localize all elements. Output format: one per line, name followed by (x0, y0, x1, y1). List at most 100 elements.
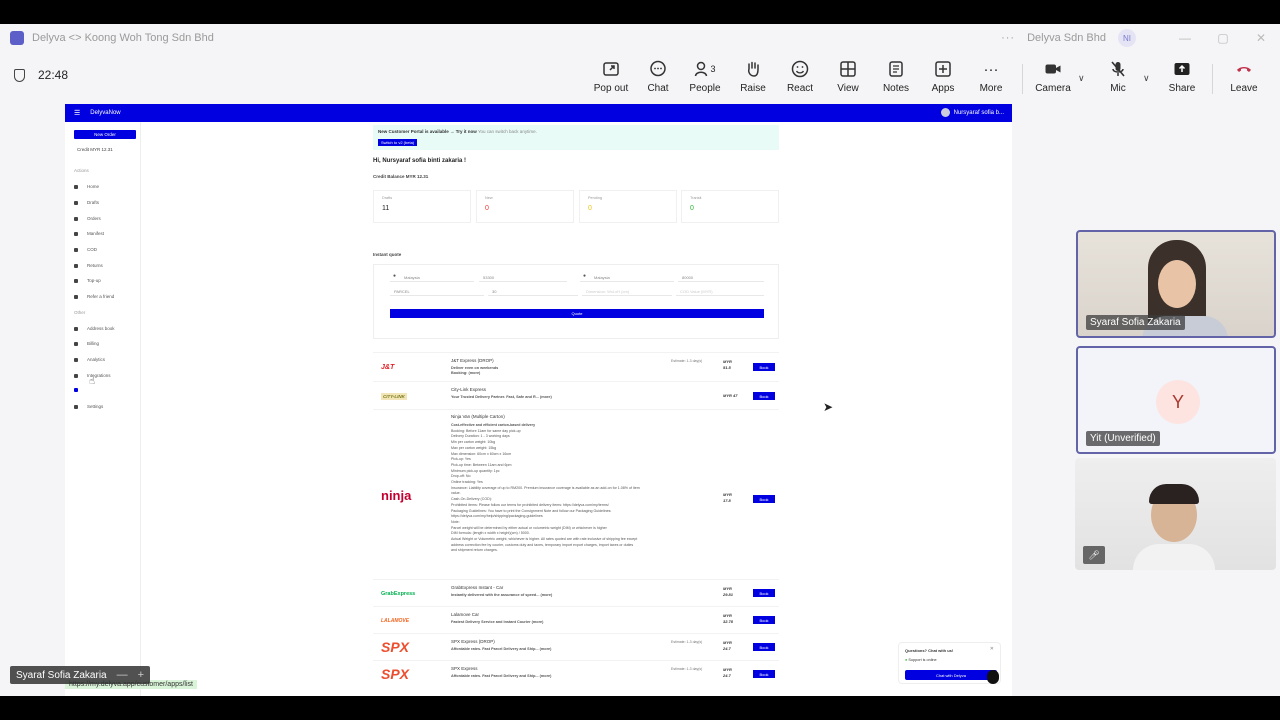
carrier-estimate: Estimate: 1-3 day(s) (671, 359, 702, 363)
view-button[interactable]: View (823, 58, 873, 98)
leave-label: Leave (1230, 83, 1258, 94)
stat-new[interactable]: New 0 (476, 190, 574, 223)
chat-button[interactable]: Chat (633, 58, 683, 98)
book-button[interactable]: Book (753, 392, 775, 400)
book-button[interactable]: Book (753, 670, 775, 678)
hamburger-menu-icon[interactable]: ☰ (74, 109, 80, 117)
sidebar-item-address-book[interactable]: Address book (74, 326, 115, 331)
from-postcode-input[interactable]: 53300 (479, 273, 567, 282)
estimate-text: Estimate: 1-3 day(s) (671, 359, 703, 363)
book-button[interactable]: Book (753, 643, 775, 651)
to-country-select[interactable]: Malaysia (580, 273, 674, 282)
smiley-icon (789, 58, 811, 80)
camera-options-chevron-down-icon[interactable]: ∨ (1078, 73, 1085, 84)
delyva-header: ☰ DelyvaNow Nursyaraf sofia b... (65, 104, 1012, 122)
gear-icon (74, 404, 78, 409)
grid-view-icon (837, 58, 859, 80)
minimize-window-icon[interactable]: — (1166, 31, 1204, 45)
new-order-button[interactable]: New Order (74, 130, 136, 139)
chat-launcher-icon[interactable] (987, 670, 999, 684)
sidebar-item-analytics[interactable]: Analytics (74, 357, 105, 362)
mic-button[interactable]: Mic (1093, 58, 1143, 98)
carrier-description: Affordable rates. Fast Parcel Delivery a… (451, 647, 552, 651)
parcel-type-select[interactable]: PARCEL (390, 287, 484, 296)
sidebar-item-label: Top-up (87, 278, 101, 283)
leave-button[interactable]: Leave (1219, 58, 1269, 98)
chat-with-delyva-button[interactable]: Chat with Delyva (905, 670, 997, 680)
from-country-select[interactable]: Malaysia (390, 273, 474, 282)
sidebar-item-home[interactable]: Home (74, 184, 99, 189)
sidebar-item-drafts[interactable]: Drafts (74, 200, 99, 205)
sidebar-item-returns[interactable]: Returns (74, 263, 103, 268)
drafts-icon (74, 200, 78, 205)
participant-shoulders (1133, 544, 1215, 570)
more-options-icon[interactable]: ··· (1001, 32, 1015, 44)
notes-button[interactable]: Notes (871, 58, 921, 98)
carrier-name: GrabExpress Instant - Car (451, 585, 504, 590)
participant-video-tile[interactable]: Syaraf Sofia Zakaria (1076, 230, 1276, 338)
sidebar-item-settings[interactable]: Settings (74, 404, 103, 409)
carrier-row: SPX SPX Express (DROP) Affordable rates.… (373, 633, 779, 660)
user-menu[interactable]: Nursyaraf sofia b... (940, 108, 1004, 117)
estimate-text: Estimate: 1-3 day(s) (671, 667, 703, 671)
weight-input[interactable]: 30 (488, 287, 578, 296)
citylink-logo: CITY-LINK (381, 393, 407, 400)
to-postcode-input[interactable]: 80000 (678, 273, 764, 282)
switch-v2-button[interactable]: Switch to v2 (beta) (378, 139, 418, 146)
quote-button[interactable]: Quote (390, 309, 764, 318)
book-button[interactable]: Book (753, 589, 775, 597)
minimize-icon[interactable]: — (117, 669, 128, 681)
book-button[interactable]: Book (753, 363, 775, 371)
share-label: Share (1168, 83, 1196, 94)
link-icon (74, 388, 78, 392)
camera-button[interactable]: Camera (1028, 58, 1078, 98)
sidebar-item-billing[interactable]: Billing (74, 341, 99, 346)
stat-transit[interactable]: Transit 0 (681, 190, 779, 223)
credit-balance: Credit Balance MYR 12.31 (373, 174, 429, 179)
close-window-icon[interactable]: ✕ (1242, 31, 1280, 45)
share-button[interactable]: Share (1157, 58, 1207, 98)
orders-icon (74, 216, 78, 221)
view-label: View (837, 83, 859, 94)
sidebar-item-cod[interactable]: COD (74, 247, 97, 252)
book-button[interactable]: Book (753, 616, 775, 624)
stat-drafts[interactable]: Drafts 11 (373, 190, 471, 223)
lalamove-logo: LALAMOVE (381, 618, 410, 624)
price-currency: MYR (723, 586, 732, 591)
profile-avatar[interactable]: NI (1118, 29, 1136, 47)
carrier-name: SPX Express (DROP) (451, 639, 495, 644)
shield-icon (14, 68, 25, 82)
sidebar-item-topup[interactable]: Top-up (74, 278, 101, 283)
carrier-price: MYR 29.81 (723, 586, 733, 598)
popout-button[interactable]: Pop out (586, 58, 636, 98)
more-button[interactable]: ··· More (966, 58, 1016, 98)
notes-icon (885, 58, 907, 80)
sidebar-item-orders[interactable]: Orders (74, 216, 101, 221)
stat-label: Transit (690, 196, 702, 200)
dimension-input[interactable]: Dimension: WxLxH (cm) (582, 287, 672, 296)
add-icon[interactable]: + (138, 669, 144, 681)
carrier-price: MYR 32.78 (723, 613, 733, 625)
price-currency: MYR (723, 640, 732, 645)
people-button[interactable]: 3 People (680, 58, 730, 98)
greeting: Hi, Nursyaraf sofia binti zakaria ! (373, 158, 467, 164)
mic-options-chevron-down-icon[interactable]: ∨ (1143, 73, 1150, 84)
book-button[interactable]: Book (753, 495, 775, 503)
sidebar-item-refer[interactable]: Refer a friend (74, 294, 114, 299)
close-icon[interactable]: ✕ (990, 646, 994, 652)
stat-pending[interactable]: Pending 0 (579, 190, 677, 223)
carrier-estimate: Estimate: 1-3 day(s) (671, 640, 702, 644)
carrier-price: MYR 51.5 (723, 359, 732, 371)
maximize-window-icon[interactable]: ▢ (1204, 31, 1242, 45)
mic-off-icon (1107, 58, 1129, 80)
react-button[interactable]: React (775, 58, 825, 98)
participant-video-tile[interactable]: 🎤︎ (1075, 458, 1276, 570)
sidebar-item-unlabeled[interactable] (74, 388, 87, 392)
apps-button[interactable]: Apps (918, 58, 968, 98)
cod-value-input[interactable]: COD Value (MYR) (676, 287, 764, 296)
raise-hand-button[interactable]: Raise (728, 58, 778, 98)
sidebar-item-manifest[interactable]: Manifest (74, 231, 104, 236)
participant-avatar-tile[interactable]: Y Yit (Unverified) (1076, 346, 1276, 454)
people-icon: 3 (694, 58, 716, 80)
instant-quote-title: Instant quote (373, 252, 402, 257)
